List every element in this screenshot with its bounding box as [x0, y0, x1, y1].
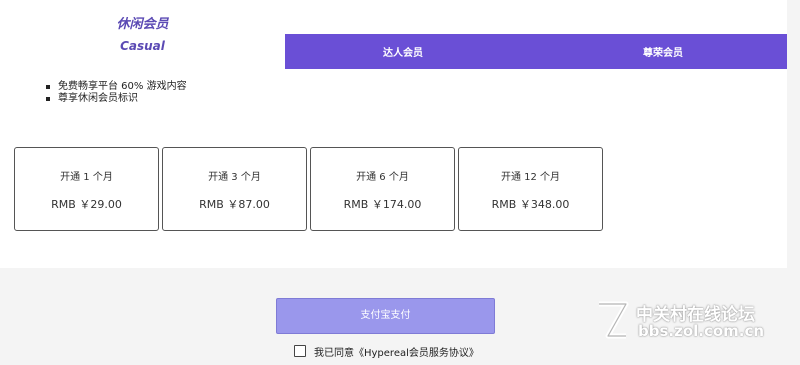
plan-duration: 开通 3 个月	[208, 172, 261, 183]
plan-price: RMB ￥174.00	[343, 198, 422, 211]
plan-duration: 开通 12 个月	[500, 172, 561, 183]
plan-price: RMB ￥348.00	[491, 198, 570, 211]
agreement-text: 我已同意《Hypereal会员服务协议》	[314, 347, 479, 359]
plan-price: RMB ￥87.00	[199, 198, 270, 211]
plan-card-3-months[interactable]: 开通 3 个月 RMB ￥87.00	[162, 147, 307, 231]
plan-card-1-month[interactable]: 开通 1 个月 RMB ￥29.00	[14, 147, 159, 231]
tab-zunrong[interactable]: 尊荣会员	[540, 44, 786, 59]
feature-text: 尊享休闲会员标识	[58, 93, 138, 104]
plan-price: RMB ￥29.00	[51, 198, 122, 211]
zol-logo-icon	[599, 301, 629, 339]
agreement-checkbox[interactable]	[294, 345, 306, 357]
bullet-icon	[46, 97, 50, 101]
plan-duration: 开通 6 个月	[356, 172, 409, 183]
plan-card-6-months[interactable]: 开通 6 个月 RMB ￥174.00	[310, 147, 455, 231]
tab-casual[interactable]: 休闲会员 Casual	[0, 0, 285, 69]
alipay-pay-button[interactable]: 支付宝支付	[276, 298, 495, 334]
watermark: 中关村在线论坛 bbs.zol.com.cn	[596, 296, 796, 346]
feature-list: 免费畅享平台 60% 游戏内容 尊享休闲会员标识	[46, 81, 187, 105]
plan-card-12-months[interactable]: 开通 12 个月 RMB ￥348.00	[458, 147, 603, 231]
bullet-icon	[46, 85, 50, 89]
feature-text: 免费畅享平台 60% 游戏内容	[58, 81, 187, 92]
tab-casual-en-label: Casual	[120, 39, 165, 53]
tab-daren[interactable]: 达人会员	[285, 44, 521, 59]
watermark-url: bbs.zol.com.cn	[638, 322, 765, 340]
feature-item: 尊享休闲会员标识	[46, 93, 187, 105]
agreement-row[interactable]: 我已同意《Hypereal会员服务协议》	[294, 344, 479, 359]
feature-item: 免费畅享平台 60% 游戏内容	[46, 81, 187, 93]
tab-casual-cn-label: 休闲会员	[116, 17, 169, 32]
plan-duration: 开通 1 个月	[60, 172, 113, 183]
